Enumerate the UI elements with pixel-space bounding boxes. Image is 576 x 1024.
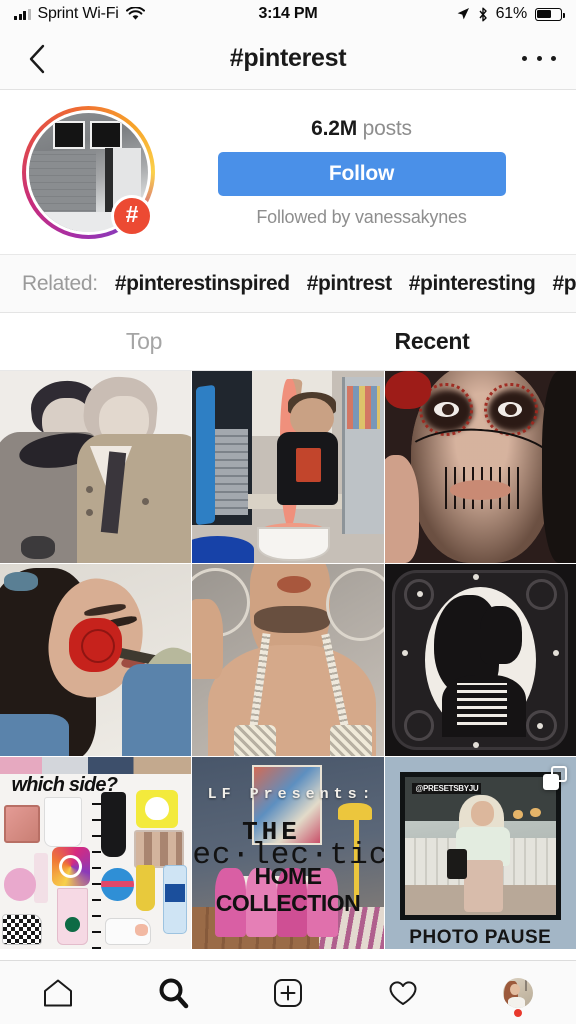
related-tag-1[interactable]: #pinterestinspired xyxy=(115,272,290,296)
hashtag-profile-header: # 6.2M posts Follow Followed by vanessak… xyxy=(0,90,576,255)
bluetooth-icon xyxy=(479,7,487,21)
tab-recent[interactable]: Recent xyxy=(288,313,576,370)
plus-square-icon xyxy=(274,978,302,1007)
profile-info: 6.2M posts Follow Followed by vanessakyn… xyxy=(155,117,554,228)
notification-badge xyxy=(514,1009,523,1017)
nav-home[interactable] xyxy=(0,961,115,1024)
heart-icon xyxy=(389,980,417,1005)
related-label: Related: xyxy=(22,271,98,295)
posts-label: posts xyxy=(362,116,412,140)
more-options-button[interactable] xyxy=(522,53,556,65)
lf-presents-text: LF Presents: xyxy=(207,785,376,803)
posts-count: 6.2M xyxy=(311,116,358,140)
search-icon xyxy=(159,978,189,1008)
nav-search[interactable] xyxy=(115,961,230,1024)
instagram-hashtag-screen: Sprint Wi-Fi 3:14 PM 61% #pinterest # 6.… xyxy=(0,0,576,1024)
chevron-left-icon xyxy=(29,44,45,73)
back-button[interactable] xyxy=(20,42,54,76)
photo-pause-caption: PHOTO PAUSE xyxy=(409,927,552,948)
post-cameo-brooch[interactable] xyxy=(384,564,576,756)
instagram-logo-icon xyxy=(51,847,90,886)
location-arrow-icon xyxy=(457,8,469,20)
post-hoop-jewelry[interactable] xyxy=(192,564,384,756)
post-slime-kid[interactable] xyxy=(192,371,384,563)
nav-activity[interactable] xyxy=(346,961,461,1024)
status-bar: Sprint Wi-Fi 3:14 PM 61% xyxy=(0,0,576,28)
hashtag-badge-icon: # xyxy=(111,194,153,237)
ellipsis-icon xyxy=(522,56,527,61)
wifi-icon xyxy=(125,7,145,20)
snapchat-logo-icon xyxy=(135,789,178,829)
related-tag-2[interactable]: #pintrest xyxy=(307,272,392,296)
battery-icon xyxy=(535,7,565,21)
feed-tabs: Top Recent xyxy=(0,313,576,371)
clock-label: 3:14 PM xyxy=(258,5,318,22)
nav-header: #pinterest xyxy=(0,28,576,90)
post-lf-home-collection[interactable]: LF Presents: THE ec·lec·tic HOME COLLECT… xyxy=(192,757,384,949)
followed-by-label: Followed by vanessakynes xyxy=(256,206,467,227)
post-rose-portrait[interactable] xyxy=(0,564,192,756)
page-title: #pinterest xyxy=(229,44,347,72)
post-sugar-skull[interactable] xyxy=(384,371,576,563)
follow-button[interactable]: Follow xyxy=(217,151,506,196)
preset-watermark: @PRESETSBYJU xyxy=(412,782,482,794)
nav-profile[interactable] xyxy=(461,961,576,1024)
posts-count-row: 6.2M posts xyxy=(311,117,412,141)
status-bar-left: Sprint Wi-Fi xyxy=(14,5,145,23)
related-tags-bar[interactable]: Related: #pinterestinspired #pintrest #p… xyxy=(0,255,576,313)
carrier-label: Sprint Wi-Fi xyxy=(37,5,119,22)
carousel-icon xyxy=(542,766,567,790)
signal-bars-icon xyxy=(14,8,31,20)
home-icon xyxy=(43,979,72,1006)
avatar-icon xyxy=(503,977,534,1008)
hashtag-avatar[interactable]: # xyxy=(22,105,155,239)
post-which-side-collage[interactable]: which side? xyxy=(0,757,192,949)
lf-home-collection-text: HOME COLLECTION xyxy=(215,862,361,916)
related-tag-3[interactable]: #pinteresting xyxy=(409,272,536,296)
post-photo-pause[interactable]: @PRESETSBYJU PHOTO PAUSE xyxy=(384,757,576,949)
bottom-tab-bar xyxy=(0,960,576,1024)
post-grid: which side? LF Presents: THE ec·lec·tic … xyxy=(0,371,576,960)
status-bar-right: 61% xyxy=(456,5,565,23)
nav-add[interactable] xyxy=(230,961,345,1024)
tab-top[interactable]: Top xyxy=(0,313,288,370)
battery-percent-label: 61% xyxy=(495,5,528,22)
post-anime-couple[interactable] xyxy=(0,371,192,563)
related-tag-4[interactable]: #pi xyxy=(552,272,576,296)
